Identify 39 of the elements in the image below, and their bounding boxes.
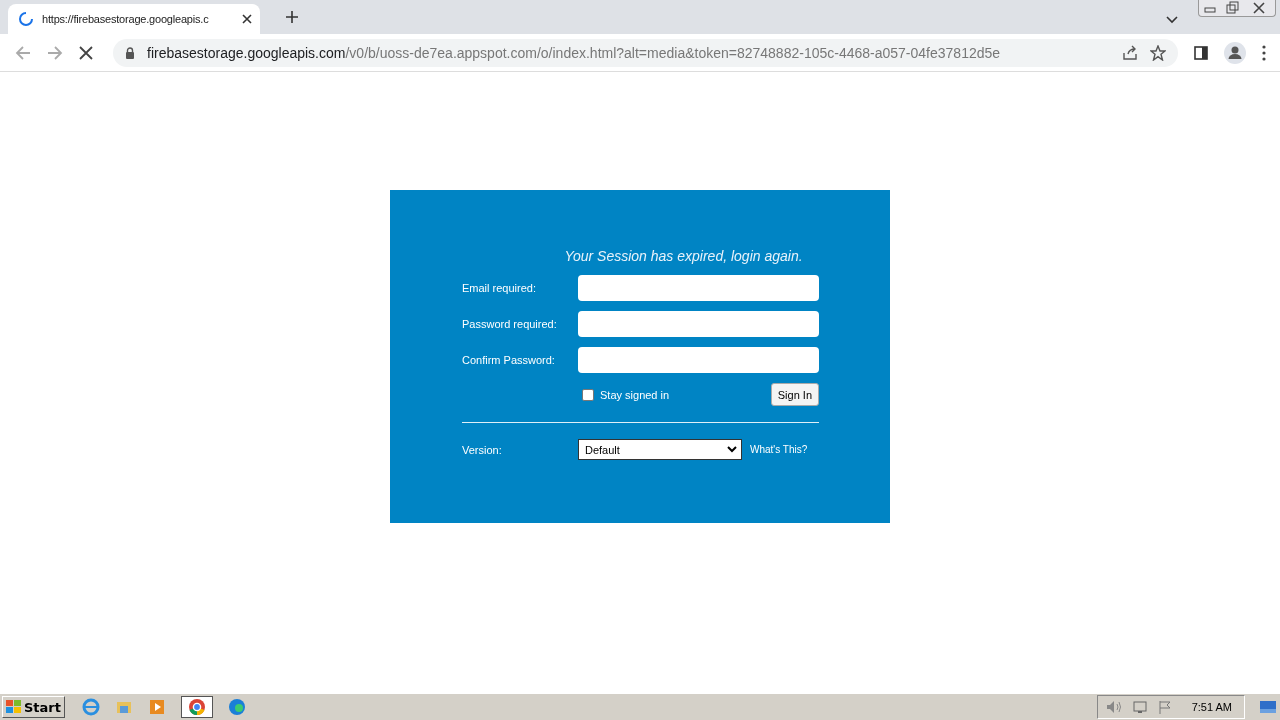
input-field[interactable] bbox=[578, 347, 819, 373]
side-panel-icon[interactable] bbox=[1194, 45, 1208, 60]
chrome-icon bbox=[188, 698, 206, 716]
menu-icon[interactable] bbox=[1262, 44, 1266, 61]
lock-icon bbox=[125, 46, 135, 59]
network-icon[interactable] bbox=[1131, 700, 1148, 714]
field-label: Confirm Password: bbox=[462, 354, 556, 366]
input-field[interactable] bbox=[578, 275, 819, 301]
profile-icon[interactable] bbox=[1224, 41, 1246, 64]
field-label: Password required: bbox=[462, 318, 558, 330]
star-icon[interactable] bbox=[1150, 44, 1166, 61]
chevron-down-icon[interactable] bbox=[1166, 16, 1178, 24]
new-tab-icon[interactable] bbox=[286, 11, 298, 23]
address-bar[interactable]: firebasestorage.googleapis.com/v0/b/uoss-de7ea.appspot.com/o/index.html?alt=media&token=82748882-105c-4468-a057-04fe37812d5e bbox=[113, 38, 1178, 67]
forward-icon[interactable] bbox=[47, 44, 63, 61]
stop-icon[interactable] bbox=[79, 45, 93, 60]
input-field[interactable] bbox=[578, 311, 819, 337]
tab-title: https://firebasestorage.googleapis.c bbox=[42, 13, 210, 25]
whats-this-link[interactable]: What's This? bbox=[750, 444, 808, 455]
speaker-icon[interactable] bbox=[1105, 700, 1122, 714]
share-icon[interactable] bbox=[1122, 44, 1138, 61]
field-label: Email required: bbox=[462, 282, 537, 294]
sign-in-button[interactable]: Sign In bbox=[770, 383, 819, 406]
chevron-down-icon bbox=[727, 446, 737, 453]
chrome-taskbar-button[interactable] bbox=[181, 696, 213, 718]
browser-tab[interactable]: https://firebasestorage.googleapis.c bbox=[8, 4, 260, 34]
close-icon[interactable] bbox=[242, 14, 252, 24]
url-text: firebasestorage.googleapis.com/v0/b/uoss-de7ea.appspot.com/o/index.html?alt=media&token=82748882-105c-4468-a057-04fe37812d5e bbox=[147, 44, 1001, 61]
clock: 7:51 AM bbox=[1191, 701, 1232, 713]
windows-logo-icon bbox=[6, 700, 22, 714]
session-expired-message: Your Session has expired, login again. bbox=[563, 248, 804, 264]
start-button[interactable]: Start bbox=[2, 696, 65, 718]
flag-icon[interactable] bbox=[1157, 700, 1172, 714]
back-icon[interactable] bbox=[15, 44, 31, 61]
version-label: Version: bbox=[462, 443, 503, 456]
checkbox-label: Stay signed in bbox=[600, 388, 670, 401]
version-select[interactable]: Default bbox=[578, 439, 742, 460]
media-player-icon[interactable] bbox=[148, 698, 166, 716]
checkbox[interactable] bbox=[582, 388, 594, 401]
